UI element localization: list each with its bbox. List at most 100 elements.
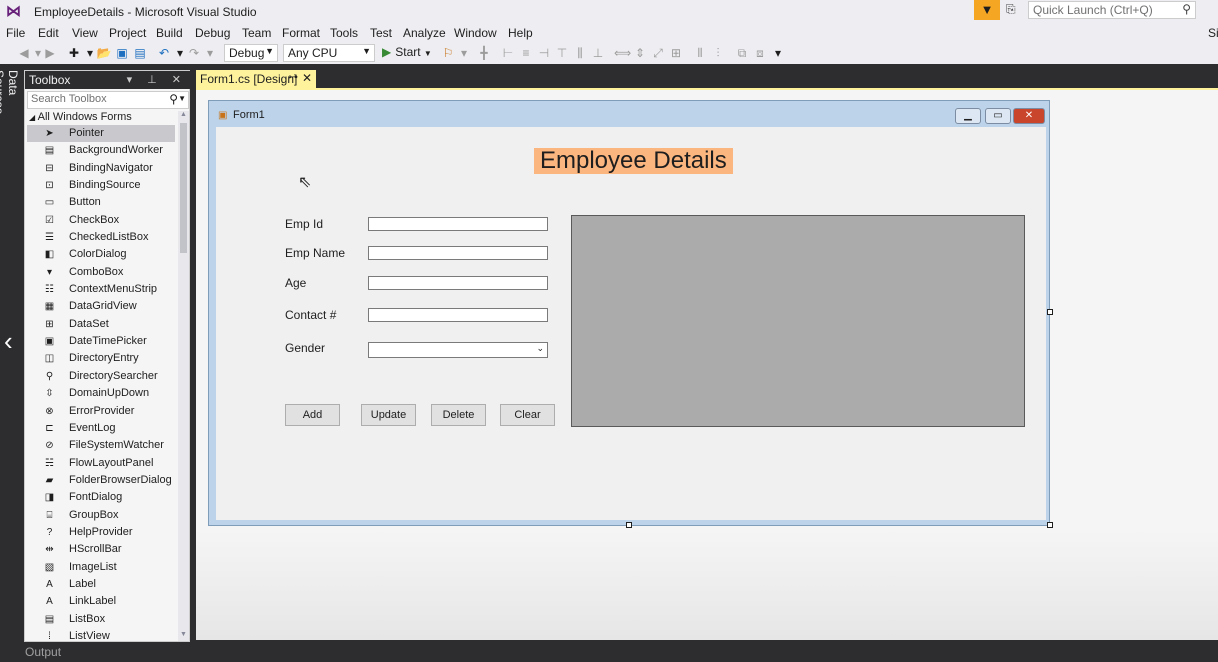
- toolbox-item-checkedlistbox[interactable]: ☰ CheckedListBox: [27, 229, 175, 246]
- toolbox-item-dataset[interactable]: ⊞ DataSet: [27, 316, 175, 333]
- menu-build[interactable]: Build: [156, 26, 183, 40]
- toolbox-item-hscrollbar[interactable]: ⇹ HScrollBar: [27, 541, 175, 558]
- employee-details-heading[interactable]: Employee Details: [534, 148, 733, 174]
- align-to-grid-icon[interactable]: ╋: [476, 45, 492, 61]
- open-file-icon[interactable]: 📂: [96, 45, 112, 61]
- new-project-icon[interactable]: ✚: [66, 45, 82, 61]
- contact-input[interactable]: [368, 308, 548, 322]
- close-icon[interactable]: ✕: [302, 71, 312, 85]
- toolbox-item-button[interactable]: ▭ Button: [27, 194, 175, 211]
- start-debugging-button[interactable]: ▶ Start ▼: [382, 45, 432, 59]
- align-tops-icon[interactable]: ⊤: [554, 45, 570, 61]
- size-to-grid-icon[interactable]: ⊞: [668, 45, 684, 61]
- contact-label[interactable]: Contact #: [285, 308, 336, 322]
- menu-team[interactable]: Team: [242, 26, 271, 40]
- delete-button[interactable]: Delete: [431, 404, 486, 426]
- toolbox-item-folderbrowserdialog[interactable]: ▰ FolderBrowserDialog: [27, 472, 175, 489]
- chevron-left-icon[interactable]: ‹: [4, 326, 20, 356]
- tab-order-dropdown-icon[interactable]: ▾: [456, 45, 472, 61]
- employee-data-grid-view[interactable]: [571, 215, 1025, 427]
- scroll-down-icon[interactable]: ▼: [179, 631, 188, 641]
- menu-test[interactable]: Test: [370, 26, 392, 40]
- resize-handle-bottom-right[interactable]: [1047, 522, 1053, 528]
- scrollbar-thumb[interactable]: [180, 123, 187, 253]
- close-icon[interactable]: ✕: [1013, 108, 1045, 124]
- toolbox-item-directoryentry[interactable]: ◫ DirectoryEntry: [27, 350, 175, 367]
- toolbox-item-contextmenustrip[interactable]: ☷ ContextMenuStrip: [27, 281, 175, 298]
- toolbar-options-icon[interactable]: ▾: [770, 45, 786, 61]
- toolbox-item-domainupdown[interactable]: ⇳ DomainUpDown: [27, 385, 175, 402]
- output-tab[interactable]: Output: [25, 645, 61, 659]
- toolbox-item-flowlayoutpanel[interactable]: ☵ FlowLayoutPanel: [27, 455, 175, 472]
- menu-view[interactable]: View: [72, 26, 98, 40]
- clear-button[interactable]: Clear: [500, 404, 555, 426]
- age-input[interactable]: [368, 276, 548, 290]
- pin-icon[interactable]: ⊶: [288, 72, 298, 83]
- align-bottoms-icon[interactable]: ⊥: [590, 45, 606, 61]
- navigate-forward-icon[interactable]: ▶: [42, 45, 58, 61]
- resize-handle-bottom[interactable]: [626, 522, 632, 528]
- toolbox-item-listbox[interactable]: ▤ ListBox: [27, 611, 175, 628]
- vertical-spacing-icon[interactable]: ⫶: [710, 45, 726, 61]
- menu-analyze[interactable]: Analyze: [403, 26, 446, 40]
- toolbox-item-pointer[interactable]: ➤ Pointer: [27, 125, 175, 143]
- horizontal-spacing-icon[interactable]: ⫴: [692, 45, 708, 61]
- scroll-up-icon[interactable]: ▲: [179, 111, 188, 121]
- make-same-height-icon[interactable]: ⇕: [632, 45, 648, 61]
- save-icon[interactable]: ▣: [114, 45, 130, 61]
- tab-form1-design[interactable]: Form1.cs [Design] ⊶ ✕: [196, 70, 316, 88]
- toolbox-item-groupbox[interactable]: ⌸ GroupBox: [27, 507, 175, 524]
- toolbox-item-combobox[interactable]: ▾ ComboBox: [27, 264, 175, 281]
- toolbox-item-directorysearcher[interactable]: ⚲ DirectorySearcher: [27, 368, 175, 385]
- chevron-down-icon[interactable]: ▼: [178, 94, 186, 103]
- menu-window[interactable]: Window: [454, 26, 497, 40]
- toolbox-item-imagelist[interactable]: ▧ ImageList: [27, 559, 175, 576]
- redo-icon[interactable]: ↷: [186, 45, 202, 61]
- feedback-icon[interactable]: ⎘: [1006, 2, 1022, 18]
- toolbox-item-eventlog[interactable]: ⊏ EventLog: [27, 420, 175, 437]
- menu-file[interactable]: File: [6, 26, 25, 40]
- toolbox-item-fontdialog[interactable]: ◨ FontDialog: [27, 489, 175, 506]
- toolbox-item-datagridview[interactable]: ▦ DataGridView: [27, 298, 175, 315]
- menu-edit[interactable]: Edit: [38, 26, 59, 40]
- emp-name-label[interactable]: Emp Name: [285, 246, 345, 260]
- data-sources-tab[interactable]: Data Sources: [0, 70, 20, 130]
- toolbox-item-errorprovider[interactable]: ⊗ ErrorProvider: [27, 403, 175, 420]
- menu-debug[interactable]: Debug: [195, 26, 230, 40]
- toolbox-item-datetimepicker[interactable]: ▣ DateTimePicker: [27, 333, 175, 350]
- make-same-size-icon[interactable]: ⤢: [650, 45, 666, 61]
- tab-order-icon[interactable]: ⚐: [440, 45, 456, 61]
- toolbox-window-controls[interactable]: ▾ ⊥ ✕: [127, 73, 187, 86]
- toolbox-item-checkbox[interactable]: ☑ CheckBox: [27, 212, 175, 229]
- toolbox-scrollbar[interactable]: ▲ ▼: [178, 111, 189, 641]
- update-button[interactable]: Update: [361, 404, 416, 426]
- menu-format[interactable]: Format: [282, 26, 320, 40]
- align-lefts-icon[interactable]: ⊢: [500, 45, 516, 61]
- make-same-width-icon[interactable]: ⟺: [614, 45, 631, 61]
- solution-platform-select[interactable]: Any CPU ▼: [283, 44, 375, 62]
- minimize-icon[interactable]: ▁: [955, 108, 981, 124]
- form-title-bar[interactable]: [216, 106, 1046, 126]
- notifications-filter-icon[interactable]: ▼: [974, 0, 1000, 20]
- toolbox-search-input[interactable]: Search Toolbox ⚲ ▼: [27, 91, 189, 109]
- save-all-icon[interactable]: ▤: [132, 45, 148, 61]
- emp-id-input[interactable]: [368, 217, 548, 231]
- menu-project[interactable]: Project: [109, 26, 146, 40]
- align-rights-icon[interactable]: ⊣: [536, 45, 552, 61]
- age-label[interactable]: Age: [285, 276, 306, 290]
- gender-combobox[interactable]: ⌄: [368, 342, 548, 358]
- toolbox-item-bindingsource[interactable]: ⊡ BindingSource: [27, 177, 175, 194]
- sign-in-link[interactable]: Sig: [1208, 26, 1218, 40]
- toolbox-item-backgroundworker[interactable]: ▤ BackgroundWorker: [27, 142, 175, 159]
- undo-icon[interactable]: ↶: [156, 45, 172, 61]
- gender-label[interactable]: Gender: [285, 341, 325, 355]
- align-middles-icon[interactable]: ⫼: [572, 45, 588, 61]
- menu-help[interactable]: Help: [508, 26, 533, 40]
- redo-dropdown-icon[interactable]: ▾: [202, 45, 218, 61]
- toolbox-item-linklabel[interactable]: A LinkLabel: [27, 593, 175, 610]
- toolbox-item-helpprovider[interactable]: ? HelpProvider: [27, 524, 175, 541]
- maximize-icon[interactable]: ▭: [985, 108, 1011, 124]
- toolbox-item-filesystemwatcher[interactable]: ⊘ FileSystemWatcher: [27, 437, 175, 454]
- align-centers-icon[interactable]: ≡: [518, 45, 534, 61]
- solution-configuration-select[interactable]: Debug ▼: [224, 44, 278, 62]
